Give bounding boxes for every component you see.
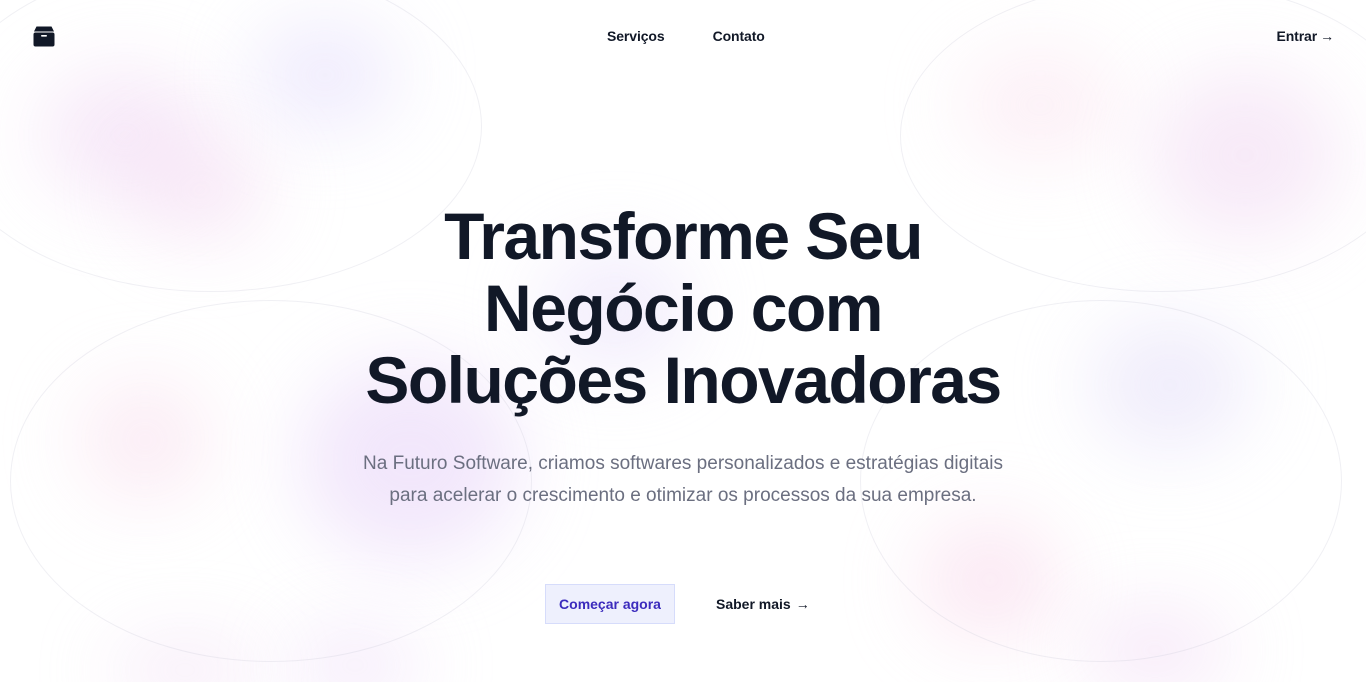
hero-title: Transforme Seu Negócio com Soluções Inov…: [333, 200, 1033, 416]
login-link[interactable]: Entrar →: [1276, 27, 1334, 45]
hero-title-line: Transforme Seu: [444, 199, 923, 273]
background-blob: [110, 640, 260, 682]
landing-page: Serviços Contato Entrar → Transforme Seu…: [0, 0, 1366, 682]
background-blob: [1080, 610, 1230, 682]
learn-more-link[interactable]: Saber mais →: [716, 595, 810, 613]
background-blob: [40, 70, 210, 200]
background-blob: [290, 630, 420, 682]
login-label: Entrar: [1276, 28, 1318, 44]
arrow-right-icon: →: [1320, 28, 1334, 44]
background-blob: [130, 140, 270, 240]
background-blob: [1090, 320, 1250, 450]
background-blob: [920, 520, 1060, 640]
hero-subtitle: Na Futuro Software, criamos softwares pe…: [363, 453, 1003, 506]
nav-item-servicos[interactable]: Serviços: [607, 27, 665, 45]
hero-title-line: Soluções Inovadoras: [365, 343, 1002, 417]
hero-title-line: Negócio com: [484, 271, 883, 345]
background-blob: [80, 380, 210, 500]
site-header: Serviços Contato Entrar →: [0, 0, 1366, 72]
arrow-right-icon: →: [795, 596, 810, 612]
background-blob: [1150, 70, 1340, 240]
nav-item-contato[interactable]: Contato: [713, 27, 765, 45]
learn-more-label: Saber mais: [716, 596, 791, 612]
box-icon[interactable]: [32, 24, 56, 48]
main-nav: Serviços Contato: [607, 27, 765, 45]
get-started-button[interactable]: Começar agora: [545, 584, 675, 624]
